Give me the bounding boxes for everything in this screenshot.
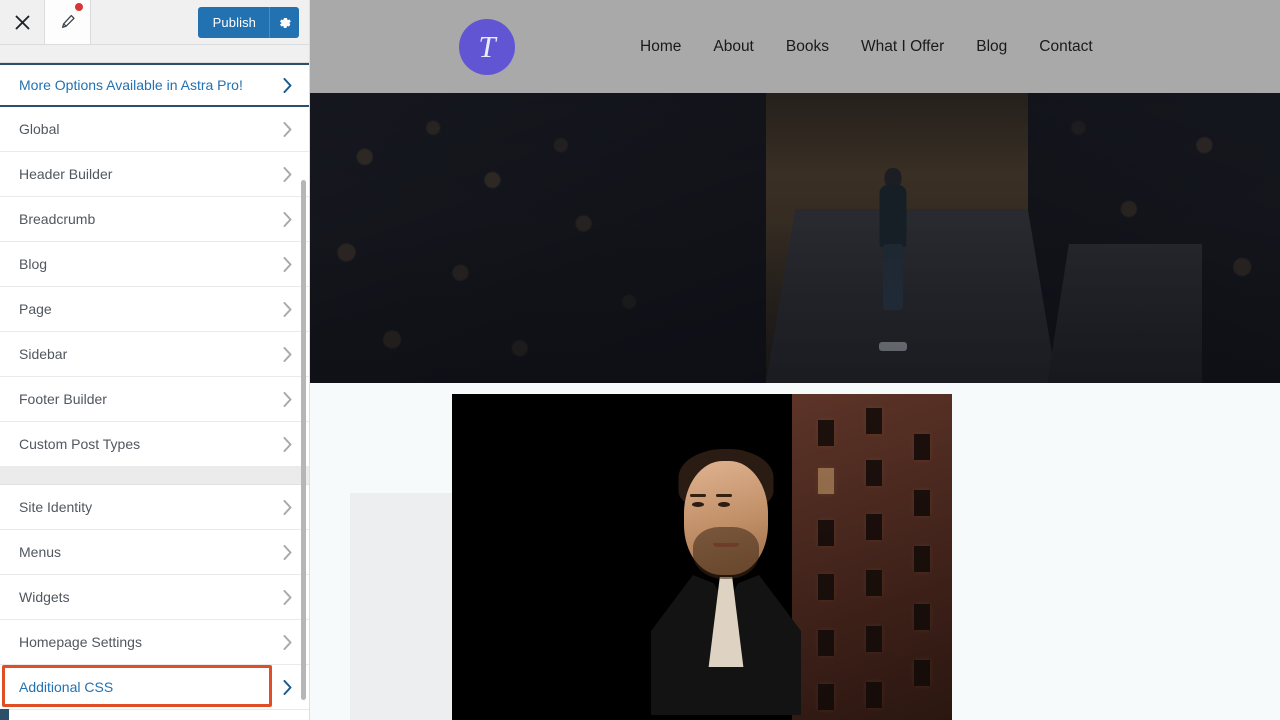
hero-image bbox=[310, 93, 1280, 383]
notification-dot bbox=[75, 3, 83, 11]
site-nav: Home About Books What I Offer Blog Conta… bbox=[640, 0, 1093, 93]
sidebar-item-sidebar[interactable]: Sidebar bbox=[0, 332, 309, 377]
sidebar-item-label: Breadcrumb bbox=[19, 211, 96, 227]
sidebar-item-label: Footer Builder bbox=[19, 391, 107, 407]
nav-link-home[interactable]: Home bbox=[640, 38, 681, 56]
hero-overlay bbox=[310, 93, 1280, 383]
sidebar-item-label: Sidebar bbox=[19, 346, 68, 362]
sidebar-item-label: Homepage Settings bbox=[19, 634, 142, 650]
pencil-edit-icon[interactable] bbox=[45, 0, 91, 44]
sidebar-item-global[interactable]: Global bbox=[0, 107, 309, 152]
sidebar-item-additional-css[interactable]: Additional CSS bbox=[0, 665, 309, 710]
sidebar-item-menus[interactable]: Menus bbox=[0, 530, 309, 575]
nav-link-blog[interactable]: Blog bbox=[976, 38, 1007, 56]
customizer-subbar bbox=[0, 45, 309, 63]
customizer-topbar: Publish bbox=[0, 0, 309, 45]
chevron-right-icon bbox=[265, 77, 309, 93]
sidebar-item-label: Header Builder bbox=[19, 166, 113, 182]
sidebar-item-breadcrumb[interactable]: Breadcrumb bbox=[0, 197, 309, 242]
section-divider bbox=[0, 467, 309, 485]
sidebar-scrollbar[interactable] bbox=[301, 180, 306, 700]
sidebar-item-custom-post-types[interactable]: Custom Post Types bbox=[0, 422, 309, 467]
gear-icon[interactable] bbox=[269, 7, 299, 38]
panel-bottom-marker bbox=[0, 709, 9, 720]
close-icon[interactable] bbox=[0, 0, 45, 44]
sidebar-item-blog[interactable]: Blog bbox=[0, 242, 309, 287]
nav-link-contact[interactable]: Contact bbox=[1039, 38, 1092, 56]
site-header: T Home About Books What I Offer Blog Con… bbox=[310, 0, 1280, 93]
about-portrait-photo bbox=[452, 394, 952, 720]
nav-link-about[interactable]: About bbox=[713, 38, 754, 56]
sidebar-item-footer-builder[interactable]: Footer Builder bbox=[0, 377, 309, 422]
publish-button-group: Publish bbox=[197, 7, 299, 38]
nav-link-what-i-offer[interactable]: What I Offer bbox=[861, 38, 944, 56]
sidebar-item-astra-pro[interactable]: More Options Available in Astra Pro! bbox=[0, 63, 309, 107]
customizer-section-list: More Options Available in Astra Pro! Glo… bbox=[0, 63, 309, 710]
site-logo[interactable]: T bbox=[459, 19, 515, 75]
sidebar-item-label: Additional CSS bbox=[19, 679, 114, 695]
portrait-background-building bbox=[792, 394, 952, 720]
sidebar-item-label: Widgets bbox=[19, 589, 70, 605]
sidebar-item-label: Site Identity bbox=[19, 499, 93, 515]
customizer-panel: Publish More Options Available in Astra … bbox=[0, 0, 310, 720]
sidebar-item-page[interactable]: Page bbox=[0, 287, 309, 332]
sidebar-item-homepage-settings[interactable]: Homepage Settings bbox=[0, 620, 309, 665]
sidebar-item-site-identity[interactable]: Site Identity bbox=[0, 485, 309, 530]
chevron-right-icon bbox=[265, 121, 309, 137]
publish-button[interactable]: Publish bbox=[198, 7, 269, 38]
sidebar-item-header-builder[interactable]: Header Builder bbox=[0, 152, 309, 197]
sidebar-item-label: Custom Post Types bbox=[19, 436, 141, 452]
about-section: About Tim Dapibus id interdum fusce se f… bbox=[310, 383, 1280, 720]
nav-link-books[interactable]: Books bbox=[786, 38, 829, 56]
customizer-screen: Publish More Options Available in Astra … bbox=[0, 0, 1280, 720]
sidebar-item-label: Menus bbox=[19, 544, 62, 560]
portrait-person bbox=[651, 449, 801, 715]
sidebar-item-label: Global bbox=[19, 121, 60, 137]
site-preview: T Home About Books What I Offer Blog Con… bbox=[310, 0, 1280, 720]
sidebar-item-label: Page bbox=[19, 301, 52, 317]
sidebar-item-label: More Options Available in Astra Pro! bbox=[19, 77, 243, 93]
sidebar-item-label: Blog bbox=[19, 256, 48, 272]
sidebar-item-widgets[interactable]: Widgets bbox=[0, 575, 309, 620]
